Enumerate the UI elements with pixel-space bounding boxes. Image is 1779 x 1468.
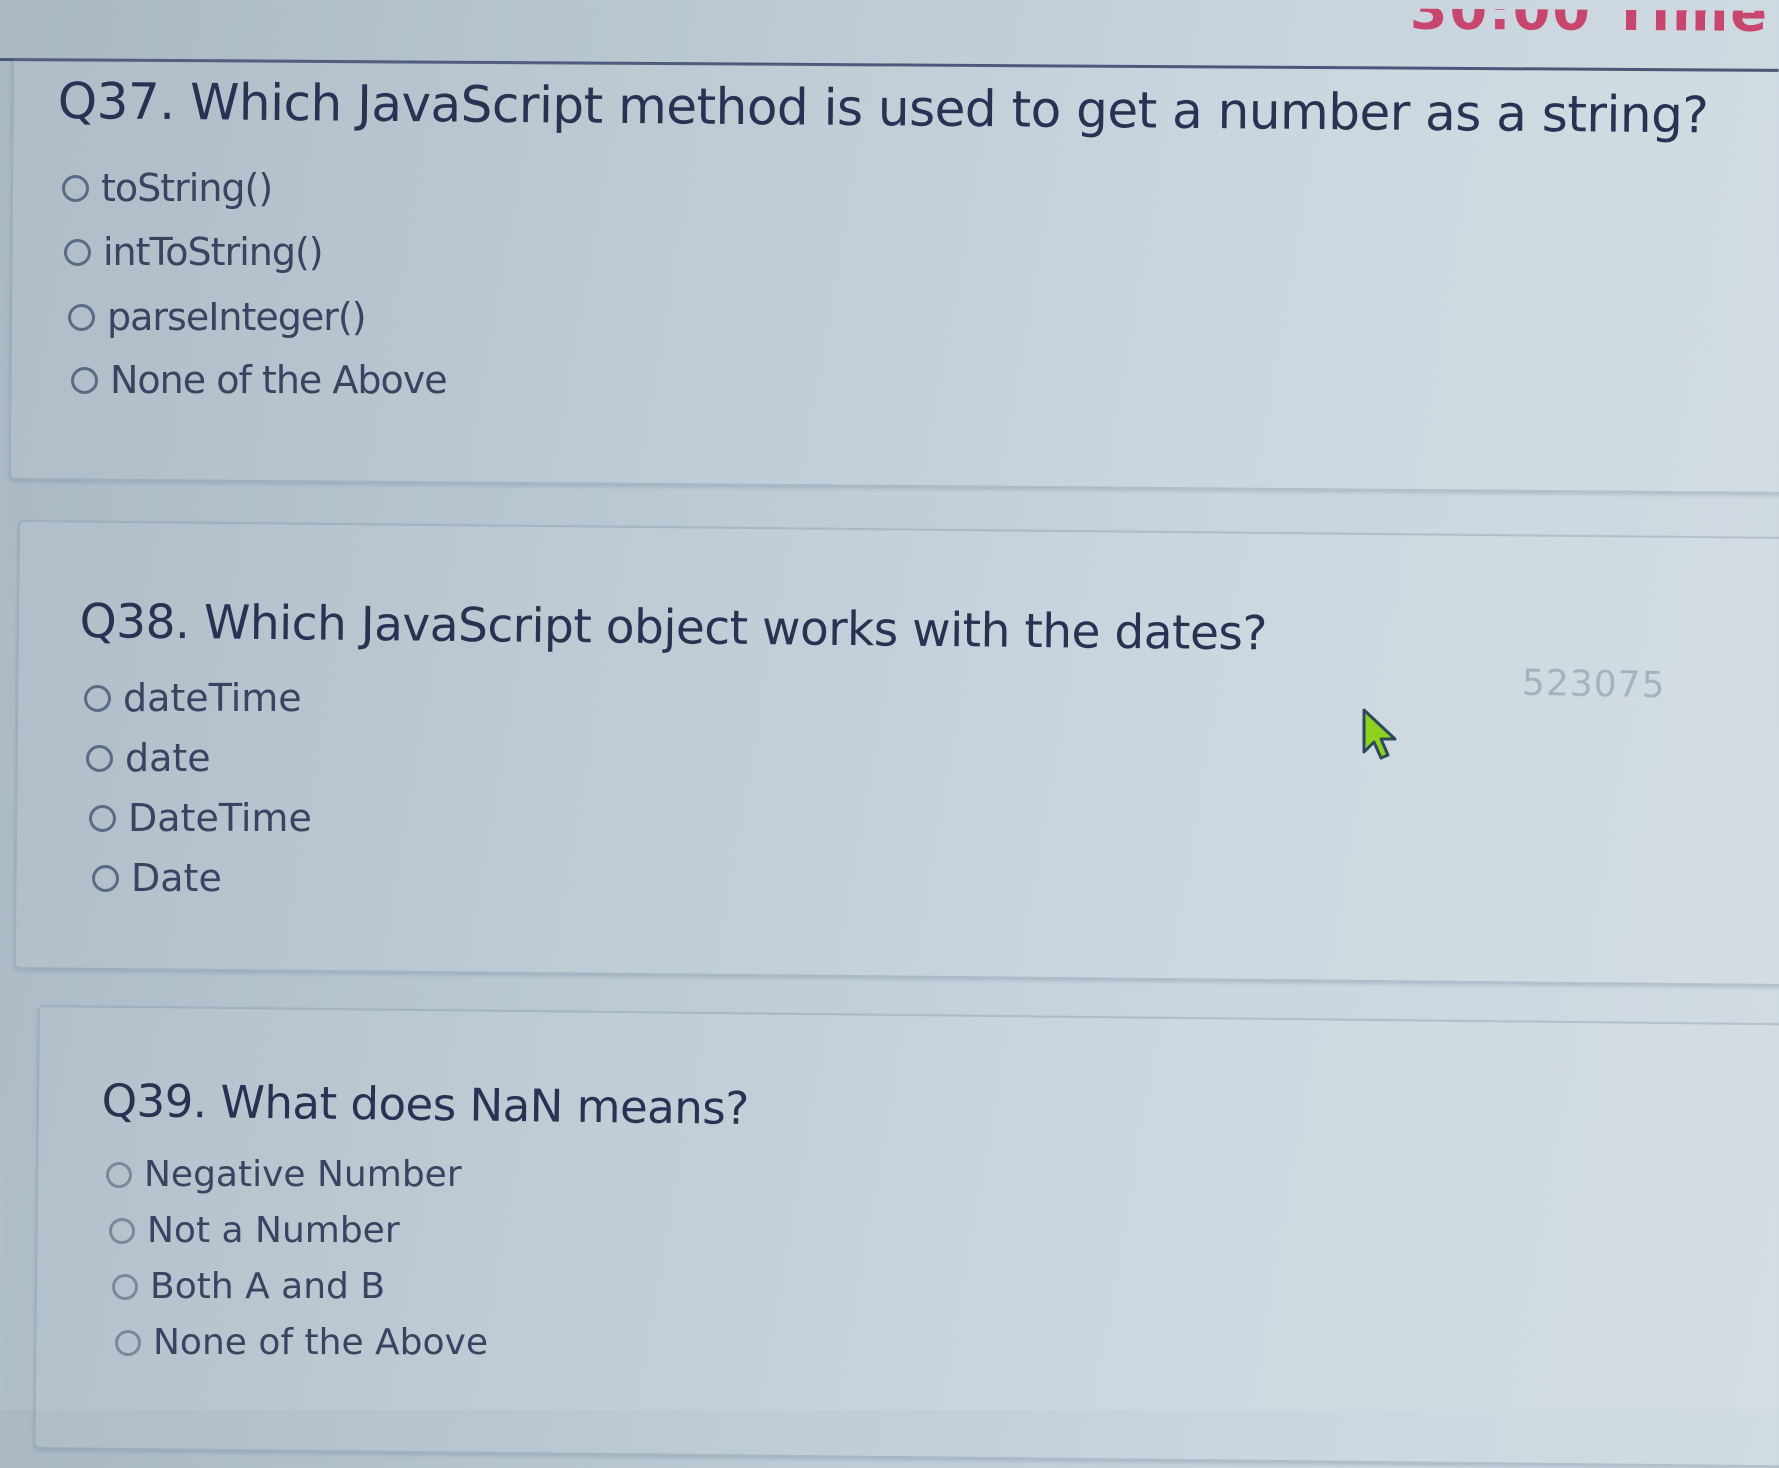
option-label: dateTime — [123, 676, 302, 720]
radio-button[interactable] — [64, 238, 91, 266]
radio-button[interactable] — [86, 744, 113, 772]
radio-button[interactable] — [89, 804, 116, 832]
radio-button[interactable] — [84, 684, 111, 712]
radio-button[interactable] — [71, 366, 98, 394]
option-q37-parseinteger[interactable]: parseInteger() — [68, 295, 367, 339]
option-label: DateTime — [128, 796, 312, 840]
option-label: parseInteger() — [107, 295, 367, 339]
option-q37-tostring[interactable]: toString() — [62, 166, 273, 210]
option-label: intToString() — [103, 230, 324, 274]
option-q39-none[interactable]: None of the Above — [115, 1322, 488, 1363]
option-label: Both A and B — [150, 1266, 386, 1307]
cursor-shape — [1362, 708, 1397, 760]
option-q38-date-lower[interactable]: date — [86, 736, 211, 780]
radio-button[interactable] — [68, 303, 95, 331]
timer-text: 30:00 Time — [1409, 0, 1770, 44]
option-label: date — [125, 736, 211, 780]
question-title-q39: Q39. What does NaN means? — [101, 1074, 749, 1135]
option-q38-datetime-lower[interactable]: dateTime — [84, 676, 302, 720]
question-card-q38 — [13, 520, 1779, 987]
radio-button[interactable] — [109, 1217, 135, 1244]
option-q39-both[interactable]: Both A and B — [112, 1266, 385, 1307]
option-q37-none[interactable]: None of the Above — [71, 358, 448, 402]
option-label: None of the Above — [110, 358, 448, 402]
option-q39-negative-number[interactable]: Negative Number — [106, 1154, 462, 1195]
radio-button[interactable] — [112, 1273, 138, 1300]
option-q37-inttostring[interactable]: intToString() — [64, 230, 324, 274]
radio-button[interactable] — [106, 1161, 132, 1188]
option-label: None of the Above — [153, 1322, 488, 1363]
radio-button[interactable] — [92, 864, 119, 892]
radio-button[interactable] — [115, 1329, 141, 1356]
user-id-watermark: 523075 — [1521, 662, 1666, 707]
option-label: toString() — [101, 166, 273, 210]
option-q38-date[interactable]: Date — [92, 856, 222, 900]
option-label: Not a Number — [147, 1210, 400, 1251]
option-q38-datetime[interactable]: DateTime — [89, 796, 312, 840]
option-q39-not-a-number[interactable]: Not a Number — [109, 1210, 400, 1251]
option-label: Date — [131, 856, 222, 900]
radio-button[interactable] — [62, 174, 89, 202]
option-label: Negative Number — [144, 1154, 462, 1195]
mouse-pointer-icon — [1362, 708, 1397, 760]
